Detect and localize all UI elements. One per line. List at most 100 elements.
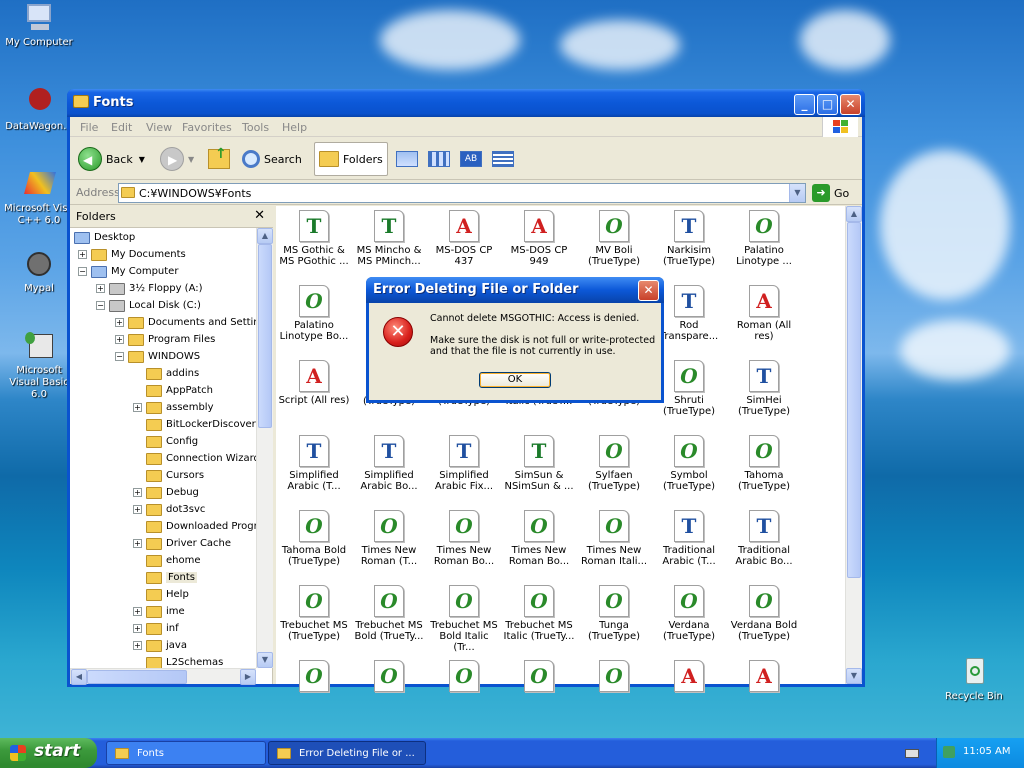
menu-favorites[interactable]: Favorites: [182, 121, 232, 134]
font-file-item[interactable]: O Trebuchet MS Bold Italic (Tr...: [428, 585, 500, 653]
font-file-item[interactable]: O Trebuchet MS Italic (TrueTy...: [503, 585, 575, 642]
expand-icon[interactable]: +: [133, 488, 142, 497]
go-button[interactable]: ➜ Go: [812, 183, 849, 203]
font-file-item[interactable]: O Trebuchet MS (TrueType): [278, 585, 350, 642]
font-file-item[interactable]: T Simplified Arabic Bo...: [353, 435, 425, 492]
menu-edit[interactable]: Edit: [111, 121, 132, 134]
menu-file[interactable]: File: [80, 121, 98, 134]
keyboard-icon[interactable]: [905, 749, 919, 758]
minimize-button[interactable]: _: [794, 94, 815, 115]
scroll-thumb[interactable]: [847, 222, 861, 578]
font-file-item[interactable]: O: [578, 660, 650, 695]
expand-icon[interactable]: +: [133, 624, 142, 633]
tree-item[interactable]: + Debug: [133, 484, 199, 501]
folders-button[interactable]: Folders: [314, 142, 388, 176]
taskbar-item-fonts[interactable]: Fonts: [106, 741, 266, 765]
font-file-item[interactable]: O MV Boli (TrueType): [578, 210, 650, 267]
address-dropdown-button[interactable]: ▼: [789, 184, 805, 202]
menu-tools[interactable]: Tools: [242, 121, 269, 134]
font-file-item[interactable]: O: [353, 660, 425, 695]
clock[interactable]: 11:05 AM: [963, 746, 1010, 757]
font-file-item[interactable]: O: [428, 660, 500, 695]
font-file-item[interactable]: A MS-DOS CP 949: [503, 210, 575, 267]
taskbar-item-error-dialog[interactable]: Error Deleting File or ...: [268, 741, 426, 765]
font-file-item[interactable]: T Traditional Arabic (T...: [653, 510, 725, 567]
font-file-item[interactable]: O Verdana Bold (TrueType): [728, 585, 800, 642]
tree-item[interactable]: Connection Wizard: [133, 450, 260, 467]
tree-item[interactable]: + Program Files: [115, 331, 215, 348]
address-input[interactable]: C:¥WINDOWS¥Fonts ▼: [118, 183, 806, 203]
font-file-item[interactable]: O: [278, 660, 350, 695]
tree-item[interactable]: addins: [133, 365, 199, 382]
expand-icon[interactable]: +: [78, 250, 87, 259]
tree-item[interactable]: Fonts: [133, 569, 197, 586]
expand-icon[interactable]: +: [133, 607, 142, 616]
hscroll-thumb[interactable]: [87, 670, 187, 684]
font-file-item[interactable]: T MS Mincho & MS PMinch...: [353, 210, 425, 267]
tree-hscrollbar[interactable]: ◀ ▶: [70, 668, 256, 685]
tree-item[interactable]: + Driver Cache: [133, 535, 231, 552]
font-file-item[interactable]: T Narkisim (TrueType): [653, 210, 725, 267]
font-file-item[interactable]: A Script (All res): [278, 360, 350, 406]
back-button[interactable]: ◀ Back ▼: [78, 142, 145, 176]
views-button-1[interactable]: [396, 142, 418, 176]
font-file-item[interactable]: O Tahoma Bold (TrueType): [278, 510, 350, 567]
font-file-item[interactable]: T SimSun & NSimSun & ...: [503, 435, 575, 492]
expand-icon[interactable]: +: [115, 335, 124, 344]
font-file-item[interactable]: A MS-DOS CP 437: [428, 210, 500, 267]
font-file-item[interactable]: O Trebuchet MS Bold (TrueTy...: [353, 585, 425, 642]
scroll-right-button[interactable]: ▶: [240, 669, 256, 685]
tree-item[interactable]: +3½ Floppy (A:): [96, 280, 203, 297]
tree-item[interactable]: AppPatch: [133, 382, 213, 399]
expand-icon[interactable]: +: [133, 539, 142, 548]
tree-item[interactable]: + inf: [133, 620, 179, 637]
close-button[interactable]: ✕: [840, 94, 861, 115]
views-button-2[interactable]: [428, 142, 450, 176]
font-file-item[interactable]: O Times New Roman Itali...: [578, 510, 650, 567]
desktop-icon-my-computer[interactable]: My Computer: [0, 2, 78, 49]
font-file-item[interactable]: O Times New Roman Bo...: [428, 510, 500, 567]
menu-help[interactable]: Help: [282, 121, 307, 134]
collapse-icon[interactable]: −: [96, 301, 105, 310]
views-button-3[interactable]: AB: [460, 142, 482, 176]
ok-button[interactable]: OK: [479, 372, 551, 388]
tree-item[interactable]: + assembly: [133, 399, 214, 416]
font-file-item[interactable]: T Simplified Arabic (T...: [278, 435, 350, 492]
window-titlebar[interactable]: Fonts _ □ ✕: [67, 89, 865, 117]
font-file-item[interactable]: A: [728, 660, 800, 695]
maximize-button[interactable]: □: [817, 94, 838, 115]
scroll-thumb[interactable]: [258, 244, 272, 428]
forward-button[interactable]: ▶ ▼: [160, 142, 194, 176]
tree-item[interactable]: BitLockerDiscovery: [133, 416, 262, 433]
expand-icon[interactable]: +: [133, 505, 142, 514]
tree-item[interactable]: Help: [133, 586, 189, 603]
expand-icon[interactable]: +: [133, 403, 142, 412]
tree-item[interactable]: Config: [133, 433, 198, 450]
network-icon[interactable]: [943, 746, 955, 758]
scroll-up-button[interactable]: ▲: [846, 206, 862, 222]
dialog-close-button[interactable]: ✕: [638, 280, 659, 301]
font-file-item[interactable]: O Tahoma (TrueType): [728, 435, 800, 492]
tree-item[interactable]: + dot3svc: [133, 501, 205, 518]
tree-item[interactable]: ehome: [133, 552, 201, 569]
up-folder-button[interactable]: ↑: [208, 142, 230, 176]
expand-icon[interactable]: +: [115, 318, 124, 327]
files-scrollbar[interactable]: ▲ ▼: [845, 206, 862, 684]
tree-item[interactable]: − My Computer: [78, 263, 178, 280]
dialog-titlebar[interactable]: Error Deleting File or Folder ✕: [366, 277, 664, 303]
scroll-up-button[interactable]: ▲: [257, 228, 273, 244]
font-file-item[interactable]: O Times New Roman (T...: [353, 510, 425, 567]
font-file-item[interactable]: T Traditional Arabic Bo...: [728, 510, 800, 567]
font-file-item[interactable]: A Roman (All res): [728, 285, 800, 342]
collapse-icon[interactable]: −: [78, 267, 87, 276]
tree-item[interactable]: − WINDOWS: [115, 348, 200, 365]
collapse-icon[interactable]: −: [115, 352, 124, 361]
scroll-down-button[interactable]: ▼: [846, 668, 862, 684]
font-file-item[interactable]: T Simplified Arabic Fix...: [428, 435, 500, 492]
start-button[interactable]: start: [0, 738, 97, 768]
scroll-left-button[interactable]: ◀: [71, 669, 87, 685]
expand-icon[interactable]: +: [96, 284, 105, 293]
views-button-4[interactable]: [492, 142, 514, 176]
desktop-icon-recycle-bin[interactable]: Recycle Bin: [935, 656, 1013, 703]
scroll-down-button[interactable]: ▼: [257, 652, 273, 668]
